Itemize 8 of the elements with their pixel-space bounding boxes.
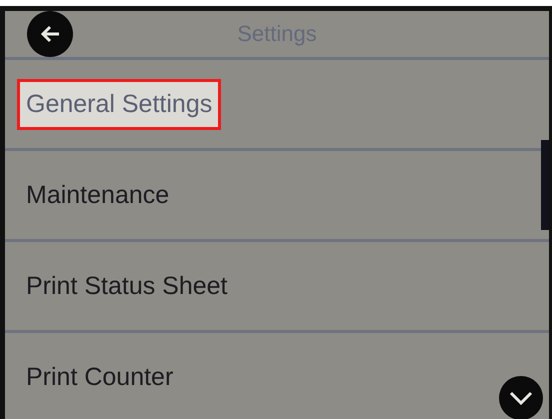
chevron-down-icon	[509, 391, 533, 405]
menu-item[interactable]: Print Status Sheet	[17, 260, 237, 312]
menu-item[interactable]: Maintenance	[17, 170, 178, 220]
back-button[interactable]	[27, 11, 73, 57]
menu-item[interactable]: General Settings	[17, 78, 222, 130]
scroll-down-button[interactable]	[499, 376, 543, 419]
back-arrow-icon	[39, 24, 61, 44]
menu-item[interactable]: Print Counter	[17, 352, 182, 402]
